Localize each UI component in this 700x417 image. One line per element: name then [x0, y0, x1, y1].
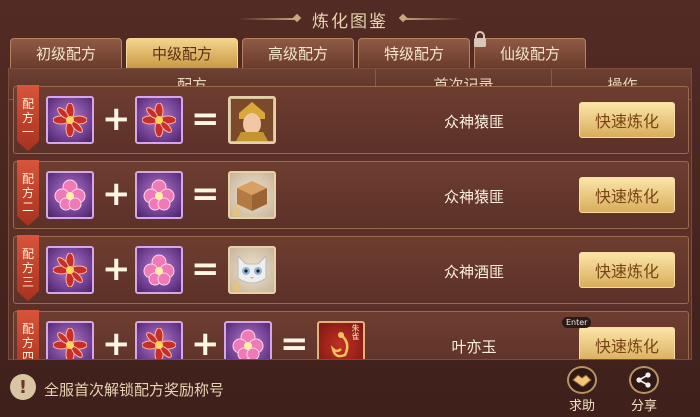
share-button[interactable]: 分享: [622, 366, 666, 414]
info-icon: !: [10, 374, 36, 400]
recipe-table: 配方 首次记录 操作 配 方 一 + = 众神猿匪 快速炼化 配 方 二 + =…: [8, 68, 692, 360]
first-record: 叶亦玉: [451, 337, 497, 356]
lock-icon: [232, 280, 241, 291]
recipe-ribbon: 配 方 四: [17, 310, 39, 360]
result-slot[interactable]: [228, 96, 276, 144]
quick-refine-button[interactable]: 快速炼化: [579, 327, 675, 359]
recipe-ribbon: 配 方 一: [17, 85, 39, 151]
tab-bar: 初级配方 中级配方 高级配方 特级配方 仙级配方: [10, 31, 586, 68]
quick-refine-button[interactable]: 快速炼化: [579, 252, 675, 288]
recipe-codex-window: 炼化图鉴 初级配方 中级配方 高级配方 特级配方 仙级配方 配方 首次记录 操作…: [0, 0, 700, 417]
tab-advanced-recipes[interactable]: 高级配方: [242, 38, 354, 68]
ribbon-char: 三: [21, 275, 34, 289]
window-title: 炼化图鉴: [312, 11, 388, 32]
tab-label: 高级配方: [267, 45, 328, 63]
equals-sign: =: [280, 324, 309, 360]
ingredient-slot[interactable]: [224, 321, 272, 359]
flower-pink-icon: [143, 179, 175, 211]
ribbon-char: 配: [21, 247, 34, 261]
footer-bar: ! 全服首次解锁配方奖励称号 求助 分享: [0, 362, 700, 417]
lock-icon: [474, 31, 486, 47]
share-icon: [629, 366, 659, 394]
flower-red-icon: [142, 103, 176, 137]
help-button[interactable]: 求助: [560, 366, 604, 414]
ingredient-slot[interactable]: [135, 321, 183, 359]
share-label: 分享: [630, 399, 657, 414]
table-row: 配 方 三 + = 众神酒匪 快速炼化: [13, 235, 689, 304]
result-slot[interactable]: [228, 246, 276, 294]
ribbon-char: 配: [21, 172, 34, 186]
ribbon-char: 方: [21, 261, 34, 275]
ribbon-char: 配: [21, 322, 34, 336]
handshake-icon: [567, 366, 597, 394]
equals-sign: =: [191, 249, 220, 289]
quick-refine-button[interactable]: 快速炼化: [579, 102, 675, 138]
first-record: 众神猿匪: [443, 187, 504, 206]
ingredient-slot[interactable]: [46, 321, 94, 359]
ribbon-char: 一: [21, 125, 34, 139]
ribbon-char: 配: [21, 97, 34, 111]
ribbon-char: 二: [21, 200, 34, 214]
ingredient-slot[interactable]: [46, 96, 94, 144]
flower-red-icon: [53, 328, 87, 359]
quick-refine-button[interactable]: 快速炼化: [579, 177, 675, 213]
plus-sign: +: [102, 324, 131, 360]
table-row: 配 方 二 + = 众神猿匪 快速炼化: [13, 160, 689, 229]
golden-warrior-portrait-icon: [231, 99, 273, 141]
lock-icon: [232, 205, 241, 216]
tab-immortal-recipes[interactable]: 仙级配方: [474, 31, 586, 68]
tab-intermediate-recipes[interactable]: 中级配方: [126, 38, 238, 68]
first-record: 众神酒匪: [443, 262, 504, 281]
title-ornament-right: [402, 18, 462, 20]
ribbon-char: 四: [21, 350, 34, 360]
unlock-reward-notice: 全服首次解锁配方奖励称号: [44, 381, 225, 399]
ingredient-slot[interactable]: [135, 96, 183, 144]
ingredient-slot[interactable]: [135, 171, 183, 219]
tab-label: 初级配方: [35, 45, 96, 63]
flower-pink-icon: [232, 329, 264, 359]
help-label: 求助: [568, 399, 595, 414]
flower-pink-icon: [143, 254, 175, 286]
plus-sign: +: [102, 174, 131, 214]
plus-sign: +: [102, 249, 131, 289]
tab-special-recipes[interactable]: 特级配方: [358, 38, 470, 68]
ingredient-slot[interactable]: [135, 246, 183, 294]
ribbon-char: 方: [21, 336, 34, 350]
recipe-ribbon: 配 方 三: [17, 235, 39, 301]
flower-pink-icon: [54, 179, 86, 211]
recipe-ribbon: 配 方 二: [17, 160, 39, 226]
first-record: 众神猿匪: [443, 112, 504, 131]
result-slot[interactable]: [228, 171, 276, 219]
tab-label: 特级配方: [383, 45, 444, 63]
flower-red-icon: [142, 328, 176, 359]
tab-basic-recipes[interactable]: 初级配方: [10, 38, 122, 68]
ingredient-slot[interactable]: [46, 246, 94, 294]
equals-sign: =: [191, 174, 220, 214]
flower-red-icon: [53, 253, 87, 287]
title-ornament-left: [238, 18, 298, 20]
tab-label: 中级配方: [151, 45, 212, 63]
enter-tooltip: Enter: [562, 317, 592, 328]
result-label: 朱雀: [351, 324, 360, 340]
flower-red-icon: [53, 103, 87, 137]
table-row: 配 方 一 + = 众神猿匪 快速炼化: [13, 85, 689, 154]
tab-label: 仙级配方: [499, 45, 560, 63]
plus-sign: +: [102, 99, 131, 139]
equals-sign: =: [191, 99, 220, 139]
ribbon-char: 方: [21, 186, 34, 200]
ribbon-char: 方: [21, 111, 34, 125]
result-slot[interactable]: 朱雀: [317, 321, 365, 359]
plus-sign: +: [191, 324, 220, 360]
title-bar: 炼化图鉴: [0, 4, 700, 34]
ingredient-slot[interactable]: [46, 171, 94, 219]
